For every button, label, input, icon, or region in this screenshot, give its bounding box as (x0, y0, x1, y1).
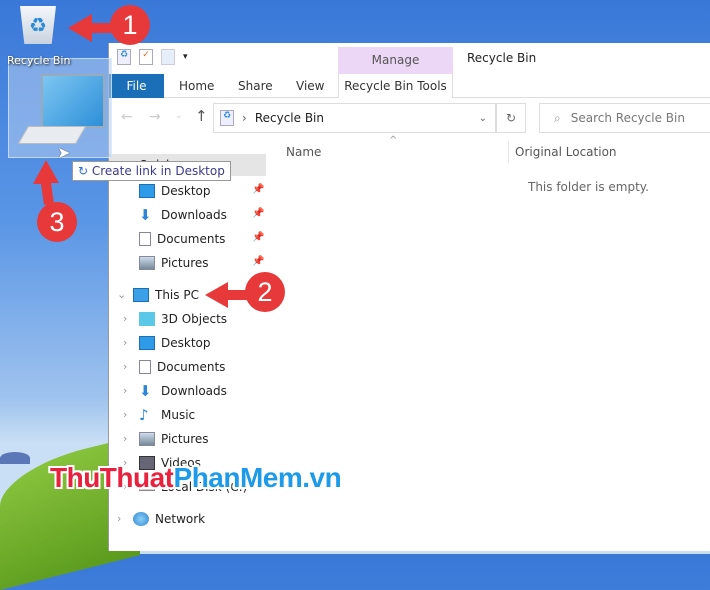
annotation-2: 2 (245, 272, 285, 312)
recycle-bin-label[interactable]: Recycle Bin (7, 54, 70, 67)
annotation-1: 1 (110, 5, 150, 45)
annotation-3: 3 (37, 202, 77, 242)
arrow-1 (68, 14, 115, 42)
watermark: ThuThuatPhanMem.vn (50, 462, 342, 494)
watermark-part2: PhanMem.vn (173, 462, 342, 493)
arrow-2 (205, 282, 250, 308)
watermark-part1: ThuThuat (50, 462, 174, 493)
arrow-3 (33, 160, 59, 205)
